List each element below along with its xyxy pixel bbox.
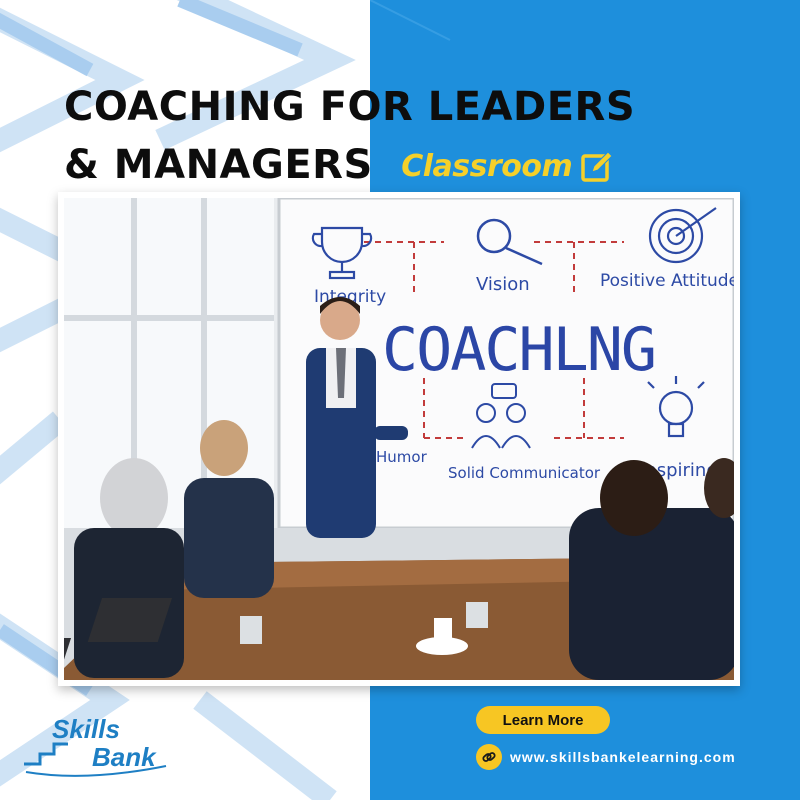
board-main-word: COACHLNG: [382, 315, 655, 385]
logo-word-skills: Skills: [52, 714, 120, 744]
classroom-tag: Classroom: [401, 149, 573, 184]
headline: COACHING FOR LEADERS & MANAGERS Classroo…: [64, 78, 635, 196]
link-icon: [476, 744, 502, 770]
learn-more-button[interactable]: Learn More: [476, 706, 610, 734]
board-label-vision: Vision: [476, 274, 530, 295]
board-label-solid-communicator: Solid Communicator: [448, 464, 601, 482]
logo-word-bank: Bank: [92, 742, 157, 772]
edit-note-icon: [581, 151, 613, 182]
skills-bank-logo: Skills Bank: [22, 712, 172, 782]
website-url[interactable]: www.skillsbankelearning.com: [510, 749, 736, 765]
headline-line2: & MANAGERS: [64, 142, 373, 188]
meeting-photo: Integrity Vision Positive Attitude Humor…: [64, 198, 734, 680]
board-label-humor: Humor: [376, 448, 428, 466]
photo-frame: Integrity Vision Positive Attitude Humor…: [58, 192, 740, 686]
website-row[interactable]: www.skillsbankelearning.com: [476, 744, 736, 770]
board-label-positive-attitude: Positive Attitude: [600, 271, 734, 291]
headline-line1: COACHING FOR LEADERS: [64, 84, 636, 130]
